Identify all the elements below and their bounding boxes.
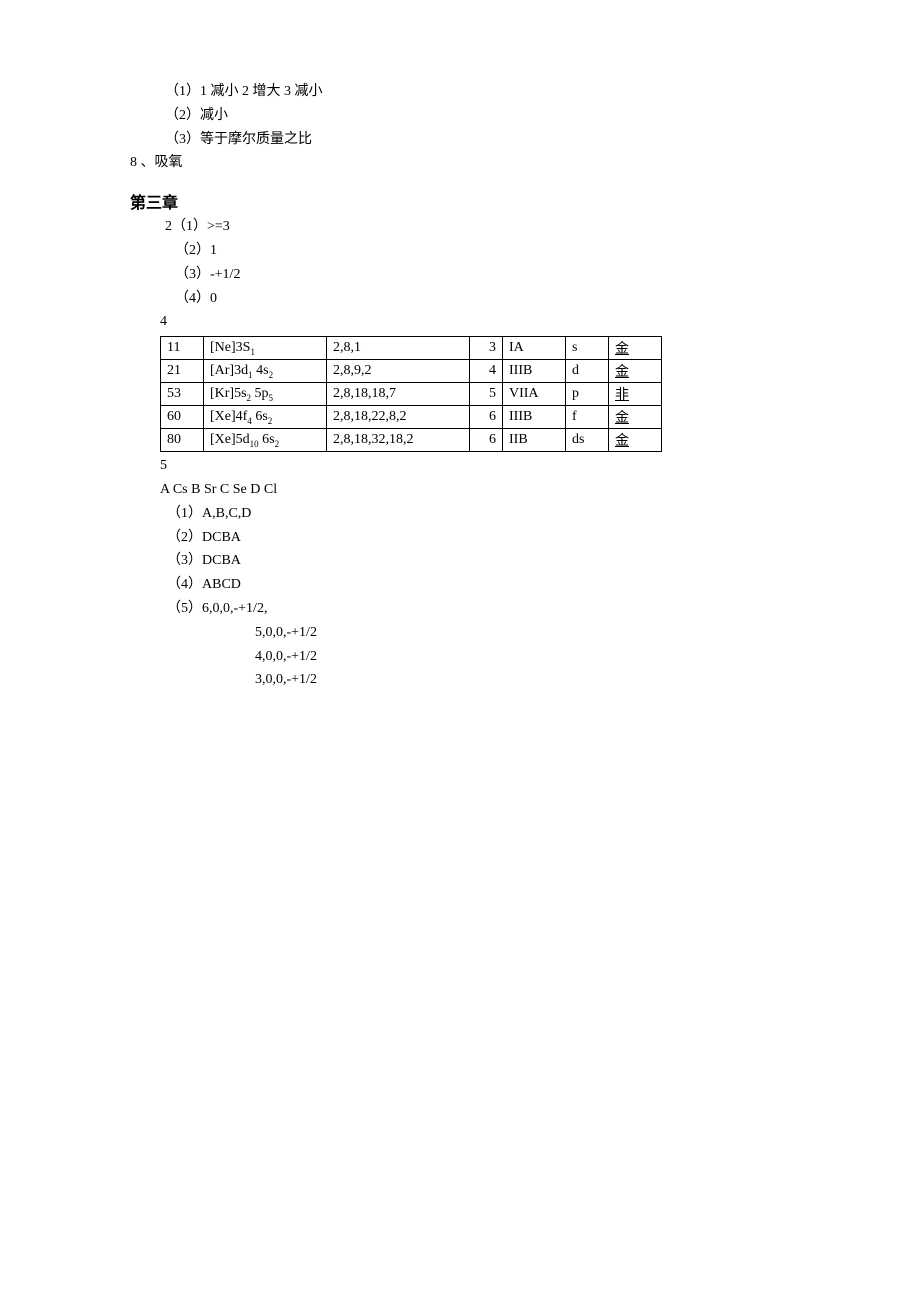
answer-line: （2）减小 — [130, 104, 790, 128]
table-row: 21[Ar]3d1 4s22,8,9,24IIIBd金 — [161, 360, 662, 383]
atomic-number-cell: 53 — [161, 383, 204, 406]
answer-line: 5,0,0,-+1/2 — [160, 621, 790, 645]
table-row: 11[Ne]3S12,8,13IAs金 — [161, 337, 662, 360]
atomic-number-cell: 80 — [161, 429, 204, 452]
block-cell: ds — [566, 429, 609, 452]
group-cell: IA — [503, 337, 566, 360]
period-cell: 3 — [470, 337, 503, 360]
question-label: 5 — [130, 454, 790, 478]
type-cell: 金 — [609, 337, 662, 360]
atomic-number-cell: 11 — [161, 337, 204, 360]
shell-config-cell: 2,8,18,32,18,2 — [327, 429, 470, 452]
period-cell: 4 — [470, 360, 503, 383]
answer-line: （1）1 减小 2 增大 3 减小 — [130, 80, 790, 104]
answer-line: （4）0 — [130, 287, 790, 311]
block-cell: s — [566, 337, 609, 360]
group-cell: IIIB — [503, 360, 566, 383]
shell-config-cell: 2,8,9,2 — [327, 360, 470, 383]
period-cell: 5 — [470, 383, 503, 406]
group-cell: VIIA — [503, 383, 566, 406]
shell-config-cell: 2,8,18,18,7 — [327, 383, 470, 406]
period-cell: 6 — [470, 406, 503, 429]
answer-line: 2（1）>=3 — [130, 215, 790, 239]
element-table: 11[Ne]3S12,8,13IAs金21[Ar]3d1 4s22,8,9,24… — [160, 336, 662, 452]
answer-line: 8 、吸氧 — [130, 151, 790, 175]
period-cell: 6 — [470, 429, 503, 452]
answer-line: （5）6,0,0,-+1/2, — [160, 597, 790, 621]
type-cell: 非 — [609, 383, 662, 406]
answer-line: （2）1 — [130, 239, 790, 263]
electron-config-cell: [Ne]3S1 — [204, 337, 327, 360]
option-header: A Cs B Sr C Se D Cl — [160, 478, 790, 502]
block-cell: p — [566, 383, 609, 406]
block-cell: d — [566, 360, 609, 383]
table-row: 60[Xe]4f4 6s22,8,18,22,8,26IIIBf金 — [161, 406, 662, 429]
answer-line: 3,0,0,-+1/2 — [160, 668, 790, 692]
chapter-heading: 第三章 — [130, 189, 790, 213]
group-cell: IIB — [503, 429, 566, 452]
atomic-number-cell: 21 — [161, 360, 204, 383]
electron-config-cell: [Xe]4f4 6s2 — [204, 406, 327, 429]
answer-line: （3）DCBA — [160, 549, 790, 573]
shell-config-cell: 2,8,1 — [327, 337, 470, 360]
type-cell: 金 — [609, 406, 662, 429]
type-cell: 金 — [609, 429, 662, 452]
electron-config-cell: [Xe]5d10 6s2 — [204, 429, 327, 452]
table-row: 80[Xe]5d10 6s22,8,18,32,18,26IIBds金 — [161, 429, 662, 452]
type-cell: 金 — [609, 360, 662, 383]
shell-config-cell: 2,8,18,22,8,2 — [327, 406, 470, 429]
atomic-number-cell: 60 — [161, 406, 204, 429]
block-cell: f — [566, 406, 609, 429]
table-row: 53[Kr]5s2 5p52,8,18,18,75VIIAp非 — [161, 383, 662, 406]
answer-line: （2）DCBA — [160, 526, 790, 550]
answer-line: （4）ABCD — [160, 573, 790, 597]
group-cell: IIIB — [503, 406, 566, 429]
electron-config-cell: [Ar]3d1 4s2 — [204, 360, 327, 383]
answer-line: （3）等于摩尔质量之比 — [130, 128, 790, 152]
question-label: 4 — [130, 310, 790, 334]
answer-line: （3）-+1/2 — [130, 263, 790, 287]
answer-line: （1）A,B,C,D — [160, 502, 790, 526]
electron-config-cell: [Kr]5s2 5p5 — [204, 383, 327, 406]
answer-line: 4,0,0,-+1/2 — [160, 645, 790, 669]
